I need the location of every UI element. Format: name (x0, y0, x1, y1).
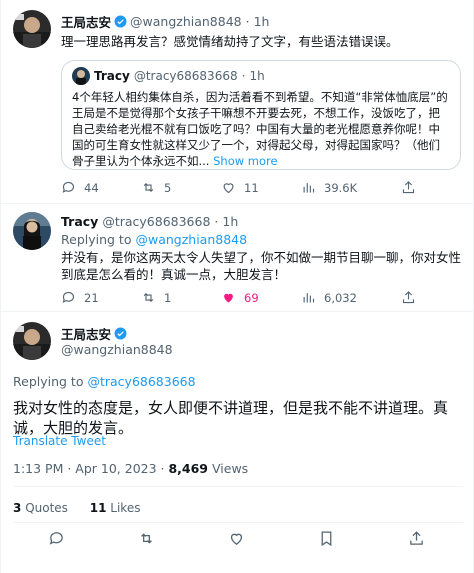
quoted-tweet[interactable]: Tracy @tracy68683668 · 1h 4个年轻人相约集体自杀，因为… (61, 60, 461, 170)
reply-count: 44 (84, 180, 99, 195)
like-count: 69 (244, 290, 259, 305)
quoted-author-name: Tracy (94, 69, 130, 83)
replying-to: Replying to @tracy68683668 (13, 374, 196, 389)
views-button[interactable]: 39.6K (301, 180, 401, 195)
tweet-1[interactable]: 王局志安 @wangzhian8848 · 1h 理一理思路再发言？感觉情绪劫持… (1, 0, 474, 203)
likes-label: Likes (110, 501, 141, 515)
share-button[interactable] (401, 180, 424, 195)
tweet-actions: 21 1 69 6,032 (61, 290, 461, 305)
reply-icon (62, 291, 75, 303)
author-handle[interactable]: @tracy68683668 (102, 214, 210, 229)
translate-tweet-link[interactable]: Translate Tweet (13, 434, 106, 448)
engagement-counts: 3 Quotes 11 Likes (13, 501, 140, 515)
verified-badge-icon (114, 327, 127, 340)
separator: · (241, 69, 246, 83)
retweet-count: 1 (164, 290, 172, 305)
reply-button[interactable] (48, 530, 65, 547)
like-button[interactable]: 69 (221, 290, 301, 305)
share-button[interactable] (401, 290, 424, 305)
retweet-icon (143, 292, 154, 303)
tweet-thread: 王局志安 @wangzhian8848 · 1h 理一理思路再发言？感觉情绪劫持… (0, 0, 474, 573)
tweet-text: 并没有，是你这两天太令人失望了，你不如做一期节目聊一聊，你对女性到底是怎么看的！… (61, 250, 462, 282)
like-icon (223, 183, 234, 194)
views-count: 8,469 (168, 461, 209, 476)
share-icon (402, 181, 415, 194)
tweet-time[interactable]: 1h (222, 214, 238, 229)
like-icon (230, 533, 243, 545)
retweet-icon (143, 182, 154, 193)
views-button[interactable]: 6,032 (301, 290, 401, 305)
tweet-time[interactable]: 1h (254, 14, 270, 29)
author-handle[interactable]: @wangzhian8848 (130, 14, 242, 29)
avatar[interactable] (13, 322, 51, 360)
author-name[interactable]: 王局志安 (61, 324, 111, 343)
tweet-header: 王局志安 @wangzhian8848 · 1h (61, 12, 269, 31)
quoted-author-handle: @tracy68683668 (133, 69, 238, 83)
tweet-header: 王局志安 (61, 324, 130, 343)
tweet-text: 理一理思路再发言？感觉情绪劫持了文字，有些语法错误误。 (61, 34, 399, 49)
quoted-tweet-header: Tracy @tracy68683668 · 1h (72, 67, 450, 85)
reply-icon (49, 532, 63, 545)
separator: · (214, 214, 219, 229)
show-more-link[interactable]: Show more (213, 154, 277, 168)
share-icon (402, 291, 415, 304)
like-icon (224, 293, 233, 303)
replying-prefix: Replying to (13, 374, 84, 389)
tweet-text: 我对女性的态度是，女人即便不讲道理，但是我不能不讲道理。真诚，大胆的发言。 (13, 399, 449, 437)
bookmark-icon (321, 531, 332, 547)
replying-prefix: Replying to (61, 232, 132, 247)
replying-to-link[interactable]: @wangzhian8848 (135, 232, 247, 247)
author-name[interactable]: Tracy (61, 214, 98, 229)
avatar[interactable] (13, 212, 51, 250)
replying-to: Replying to @wangzhian8848 (61, 232, 247, 247)
likes-count: 11 (89, 501, 107, 515)
retweet-button[interactable]: 1 (141, 290, 221, 305)
divider (13, 522, 463, 523)
quoted-text-block: 4个年轻人相约集体自杀，因为活着看不到希望。不知道“非常体恤底层”的王局是不是觉… (72, 89, 450, 169)
retweet-icon (141, 533, 152, 544)
share-button[interactable] (408, 530, 425, 547)
retweet-button[interactable] (138, 530, 155, 547)
divider (13, 486, 463, 487)
likes-link[interactable]: 11 Likes (90, 501, 141, 515)
tweet-header: Tracy @tracy68683668 · 1h (61, 214, 238, 229)
reply-icon (62, 181, 75, 193)
quotes-link[interactable]: 3 Quotes (13, 501, 72, 515)
like-button[interactable]: 11 (221, 180, 301, 195)
verified-badge-icon (114, 15, 127, 28)
timestamp[interactable]: 1:13 PM · Apr 10, 2023 · (13, 461, 168, 476)
author-handle[interactable]: @wangzhian8848 (61, 342, 173, 357)
tweet-actions: 44 5 11 39.6K (61, 180, 461, 195)
quotes-count: 3 (13, 501, 22, 515)
share-icon (410, 531, 423, 545)
author-name[interactable]: 王局志安 (61, 12, 111, 31)
separator: · (245, 14, 250, 29)
quoted-time: 1h (249, 69, 265, 83)
views-icon (303, 183, 315, 193)
reply-count: 21 (84, 290, 99, 305)
bookmark-button[interactable] (318, 530, 335, 547)
views-count: 6,032 (324, 290, 357, 305)
views-label: Views (212, 461, 249, 476)
retweet-count: 5 (164, 180, 172, 195)
like-count: 11 (244, 180, 259, 195)
like-button[interactable] (228, 530, 245, 547)
avatar[interactable] (13, 10, 51, 48)
tweet-2[interactable]: Tracy @tracy68683668 · 1h Replying to @w… (1, 204, 474, 311)
replying-to-link[interactable]: @tracy68683668 (87, 374, 195, 389)
views-icon (303, 293, 315, 303)
quoted-avatar (72, 67, 90, 85)
views-count: 39.6K (324, 180, 358, 195)
reply-button[interactable]: 21 (61, 290, 141, 305)
tweet-meta: 1:13 PM · Apr 10, 2023 · 8,469 Views (13, 461, 248, 476)
retweet-button[interactable]: 5 (141, 180, 221, 195)
quotes-label: Quotes (25, 501, 68, 515)
reply-button[interactable]: 44 (61, 180, 141, 195)
